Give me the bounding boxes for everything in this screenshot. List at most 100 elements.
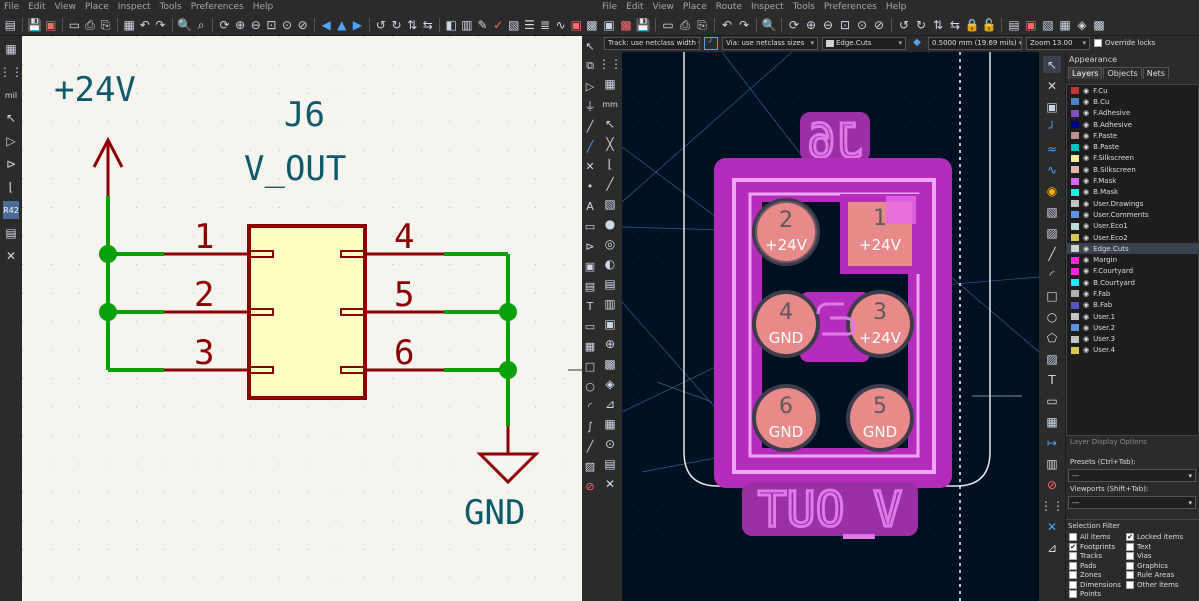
eye-icon[interactable]: ◉ [1083,267,1089,275]
layer-row[interactable]: ◉ B.Courtyard [1067,277,1198,288]
layer-row[interactable]: ◉ User.Eco2 [1067,232,1198,243]
layer-color-swatch[interactable] [1071,211,1079,219]
symbol-browser-icon[interactable]: ▥ [461,18,474,32]
hidden-pins-icon[interactable]: ⊳ [3,155,19,173]
add-wire-icon[interactable]: ╱ [583,118,598,134]
eye-icon[interactable]: ◉ [1083,324,1089,332]
zoom-area-icon[interactable]: ⊘ [296,18,309,32]
eye-icon[interactable]: ◉ [1083,256,1089,264]
layer-row[interactable]: ◉ F.Cu [1067,85,1198,96]
mirror-h-icon[interactable]: ⇆ [948,18,962,32]
set-origin-icon[interactable]: ⋮⋮ [1040,497,1064,514]
menu-place[interactable]: Place [85,2,109,12]
local-ratsnest-icon[interactable]: ✕ [1043,77,1061,94]
layer-row[interactable]: ◉ B.Fab [1067,300,1198,311]
plot-icon[interactable]: ⎘ [695,18,709,32]
layer-color-swatch[interactable] [1071,188,1079,196]
layer-color-swatch[interactable] [1071,166,1079,174]
route-track-icon[interactable]: ╯ [1043,119,1061,136]
eye-icon[interactable]: ◉ [1083,98,1089,106]
layer-color-swatch[interactable] [1071,132,1079,140]
add-label-icon[interactable]: A [583,198,598,214]
undo-icon[interactable]: ↶ [720,18,734,32]
stackup-icon[interactable]: ▤ [601,456,619,472]
redo-icon[interactable]: ↷ [737,18,751,32]
layer-color-swatch[interactable] [1071,143,1079,151]
menu-file[interactable]: File [4,2,19,12]
zoom-fit-icon[interactable]: ⊡ [265,18,278,32]
plot-icon[interactable]: ⎘ [99,18,112,32]
filter-checkbox[interactable]: Rule Areas [1126,571,1174,579]
layers-manager-icon[interactable]: ▥ [601,296,619,312]
zoom-in-icon[interactable]: ⊕ [234,18,247,32]
layer-row[interactable]: ◉ B.Mask [1067,187,1198,198]
unlock-icon[interactable]: 🔓 [982,18,997,32]
refresh-icon[interactable]: ⟳ [218,18,231,32]
draw-line-icon[interactable]: ╱ [1043,245,1061,262]
zoom-fit-icon[interactable]: ⊡ [838,18,852,32]
cursor-icon[interactable]: ↖ [601,116,619,132]
via-size-select[interactable]: Via: use netclass sizes ▾ [722,36,818,50]
pin-icon[interactable]: ▷ [3,132,19,150]
find-replace-icon[interactable]: ⌕ [195,18,208,32]
pad-5[interactable]: 5 GND [846,384,914,452]
page-settings-icon[interactable]: ▭ [68,18,81,32]
cursor-icon[interactable]: ↖ [3,109,19,127]
eye-icon[interactable]: ◉ [1083,121,1089,129]
navigate-forward-icon[interactable]: ▶ [351,18,364,32]
footprint-j6[interactable] [714,158,952,488]
plugin-icon[interactable]: ▩ [1092,18,1106,32]
zoom-select[interactable]: Zoom 13.00 ▾ [1026,36,1090,50]
footprint-assign-icon[interactable]: ▧ [508,18,521,32]
refresh-icon[interactable]: ⟳ [787,18,801,32]
draw-rect-icon[interactable]: □ [1043,287,1061,304]
place-footprint-icon[interactable]: ▣ [1043,98,1061,115]
lock-icon[interactable]: 🔒 [965,18,980,32]
axis-icon[interactable]: ⌊ [3,178,19,196]
grid-dots-icon[interactable]: ⋮⋮ [598,56,622,72]
via-display-icon[interactable]: ◎ [601,236,619,252]
ratsnest-icon[interactable]: ╳ [601,136,619,152]
select-icon[interactable]: ↖ [583,38,598,54]
bom-icon[interactable]: ☰ [523,18,536,32]
add-zone-icon[interactable]: ▧ [1043,203,1061,220]
add-table-icon[interactable]: ▦ [583,338,598,354]
add-via-icon[interactable]: ◉ [1043,182,1061,199]
show-tracks-icon[interactable]: ╱ [601,176,619,192]
filter-checkbox[interactable]: Text [1126,542,1151,551]
pad-2[interactable]: 2 +24V [752,198,820,266]
units-mm-icon[interactable]: mm [601,96,619,112]
layer-row[interactable]: ◉ F.Adhesive [1067,108,1198,119]
layer-color-swatch[interactable] [1071,324,1079,332]
save-icon[interactable]: 💾 [636,18,651,32]
select-icon[interactable]: ↖ [1043,56,1061,73]
3d-icon[interactable]: ◈ [601,376,619,392]
add-symbol-icon[interactable]: ▷ [583,78,598,94]
filter-checkbox[interactable]: Dimensions [1069,580,1121,589]
no-connect-icon[interactable]: ✕ [583,158,598,174]
layer-color-swatch[interactable] [1071,335,1079,343]
annotate-icon[interactable]: ✎ [476,18,489,32]
layer-color-swatch[interactable] [1071,200,1079,208]
track-width-select[interactable]: Track: use netclass width▾ [604,36,700,50]
update-from-schematic-icon[interactable]: ▣ [1024,18,1038,32]
menu-tools[interactable]: Tools [793,2,815,12]
eye-icon[interactable]: ◉ [1083,301,1089,309]
net-colors-icon[interactable]: ▤ [601,276,619,292]
presets-select[interactable]: --- ▾ [1068,469,1196,482]
tune-length-icon[interactable]: ∿ [1043,161,1061,178]
zone-display-icon[interactable]: ▧ [601,196,619,212]
menu-tools[interactable]: Tools [160,2,182,12]
find-icon[interactable]: 🔍 [762,18,777,32]
layer-color-swatch[interactable] [1071,177,1079,185]
menu-edit[interactable]: Edit [626,2,643,12]
save-icon[interactable]: 💾 [27,18,42,32]
override-locks-checkbox[interactable]: Override locks [1094,39,1155,47]
add-barcode-icon[interactable]: ▥ [1043,455,1061,472]
board-setup-icon[interactable]: ▣ [602,18,616,32]
eye-icon[interactable]: ◉ [1083,87,1089,95]
zoom-objects-icon[interactable]: ⊙ [855,18,869,32]
find-icon[interactable]: 🔍 [177,18,192,32]
menu-view[interactable]: View [653,2,674,12]
eye-icon[interactable]: ◉ [1083,290,1089,298]
